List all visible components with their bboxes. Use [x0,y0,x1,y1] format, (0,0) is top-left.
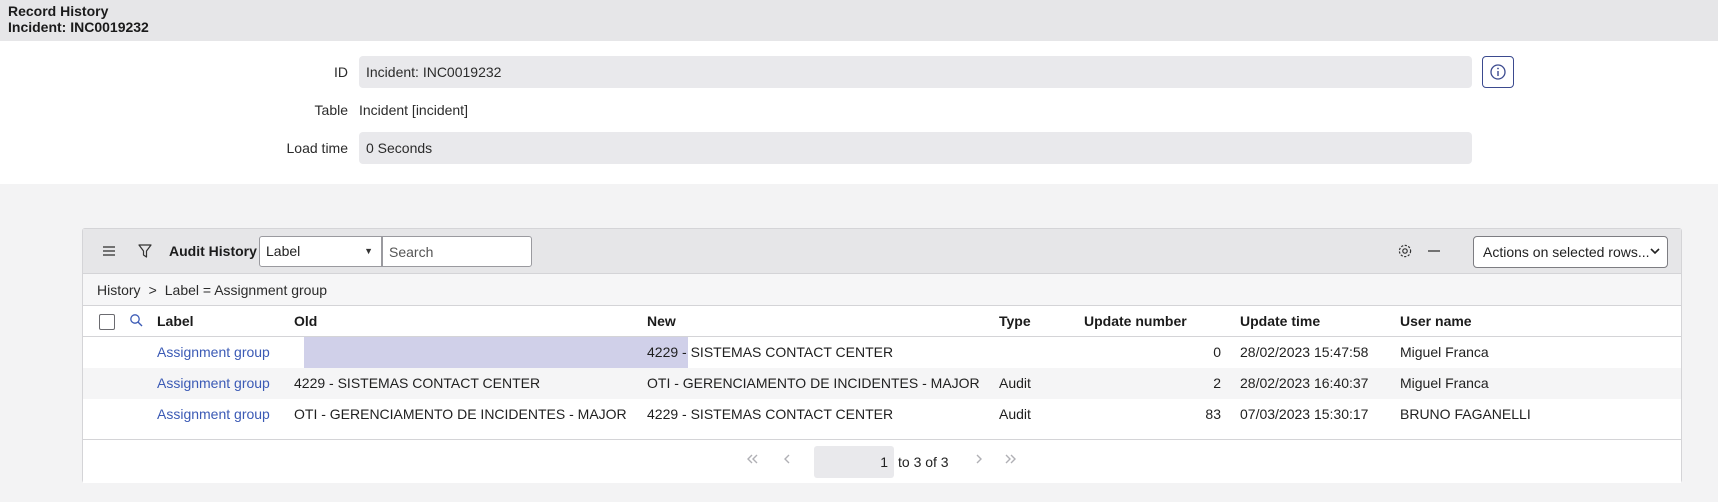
type-cell: Audit [999,406,1031,422]
hamburger-menu-icon[interactable] [99,241,119,261]
new-value-cell: OTI - GERENCIAMENTO DE INCIDENTES - MAJO… [647,375,980,391]
last-page-icon[interactable] [1004,452,1018,469]
update-time-cell: 07/03/2023 15:30:17 [1240,406,1369,422]
old-value-empty-cell [304,337,688,368]
filter-icon[interactable] [135,241,155,261]
pagination: 1 to 3 of 3 [83,439,1681,483]
info-button[interactable] [1482,56,1514,88]
user-name-cell: BRUNO FAGANELLI [1400,406,1531,422]
column-header-old[interactable]: Old [294,306,317,337]
table-row: Assignment group OTI - GERENCIAMENTO DE … [83,399,1681,430]
search-input[interactable] [382,236,532,267]
new-value-cell: 4229 - SISTEMAS CONTACT CENTER [647,344,894,360]
page-range-text: to 3 of 3 [898,454,949,470]
load-time-label: Load time [286,140,348,156]
column-header-user-name[interactable]: User name [1400,306,1472,337]
update-number-cell: 0 [1213,344,1221,360]
page-title: Record History [8,3,109,19]
id-label: ID [334,64,348,80]
old-value-cell: OTI - GERENCIAMENTO DE INCIDENTES - MAJO… [294,406,627,422]
breadcrumb-condition-link[interactable]: Label = Assignment group [165,282,327,298]
update-time-cell: 28/02/2023 15:47:58 [1240,344,1369,360]
column-header-label[interactable]: Label [157,306,194,337]
record-form: ID Incident: INC0019232 Table Incident [… [0,41,1718,184]
label-link[interactable]: Assignment group [157,368,270,399]
label-link[interactable]: Assignment group [157,399,270,430]
column-search-icon[interactable] [129,313,144,331]
first-page-icon[interactable] [745,452,759,469]
breadcrumb: History > Label = Assignment group [83,274,1681,306]
column-header-update-time[interactable]: Update time [1240,306,1320,337]
update-time-cell: 28/02/2023 16:40:37 [1240,375,1369,391]
label-link[interactable]: Assignment group [157,337,270,368]
page-number-input[interactable]: 1 [814,446,894,478]
gear-icon[interactable] [1395,241,1415,261]
update-number-cell: 2 [1213,375,1221,391]
user-name-cell: Miguel Franca [1400,375,1489,391]
id-row: ID Incident: INC0019232 [0,56,1718,88]
breadcrumb-separator: > [148,282,157,298]
column-header-new[interactable]: New [647,306,676,337]
table-row: Assignment group 4229 - SISTEMAS CONTACT… [83,337,1681,368]
table-row: Assignment group 4229 - SISTEMAS CONTACT… [83,368,1681,399]
table-value: Incident [incident] [359,102,468,118]
minus-icon[interactable] [1424,241,1444,261]
column-header-type[interactable]: Type [999,306,1031,337]
load-time-row: Load time 0 Seconds [0,132,1718,164]
new-value-cell: 4229 - SISTEMAS CONTACT CENTER [647,406,894,422]
breadcrumb-root-link[interactable]: History [97,282,141,298]
chevron-down-icon [1649,237,1661,267]
actions-on-selected-rows-select[interactable]: Actions on selected rows... [1473,236,1668,268]
column-header-update-number[interactable]: Update number [1084,306,1187,337]
table-label: Table [314,102,348,118]
id-field: Incident: INC0019232 [359,56,1472,88]
actions-label: Actions on selected rows... [1483,244,1650,260]
info-icon [1490,64,1506,80]
old-value-cell: 4229 - SISTEMAS CONTACT CENTER [294,375,541,391]
next-page-icon[interactable] [972,452,986,469]
load-time-field: 0 Seconds [359,132,1472,164]
update-number-cell: 83 [1205,406,1221,422]
user-name-cell: Miguel Franca [1400,344,1489,360]
record-history-header: Record History Incident: INC0019232 [0,0,1718,41]
list-title: Audit History [169,243,257,259]
list-toolbar: Audit History Label ▼ Actions on selecte… [83,229,1681,274]
search-field-value: Label [266,243,301,259]
table-row: Table Incident [incident] [0,94,1718,126]
previous-page-icon[interactable] [780,452,794,469]
select-all-checkbox[interactable] [99,314,115,330]
chevron-down-icon: ▼ [364,246,373,256]
page-subtitle: Incident: INC0019232 [8,19,149,35]
table-header: Label Old New Type Update number Update … [83,306,1681,337]
type-cell: Audit [999,375,1031,391]
search-field-select[interactable]: Label ▼ [259,236,382,267]
audit-history-list: Audit History Label ▼ Actions on selecte… [82,228,1682,483]
